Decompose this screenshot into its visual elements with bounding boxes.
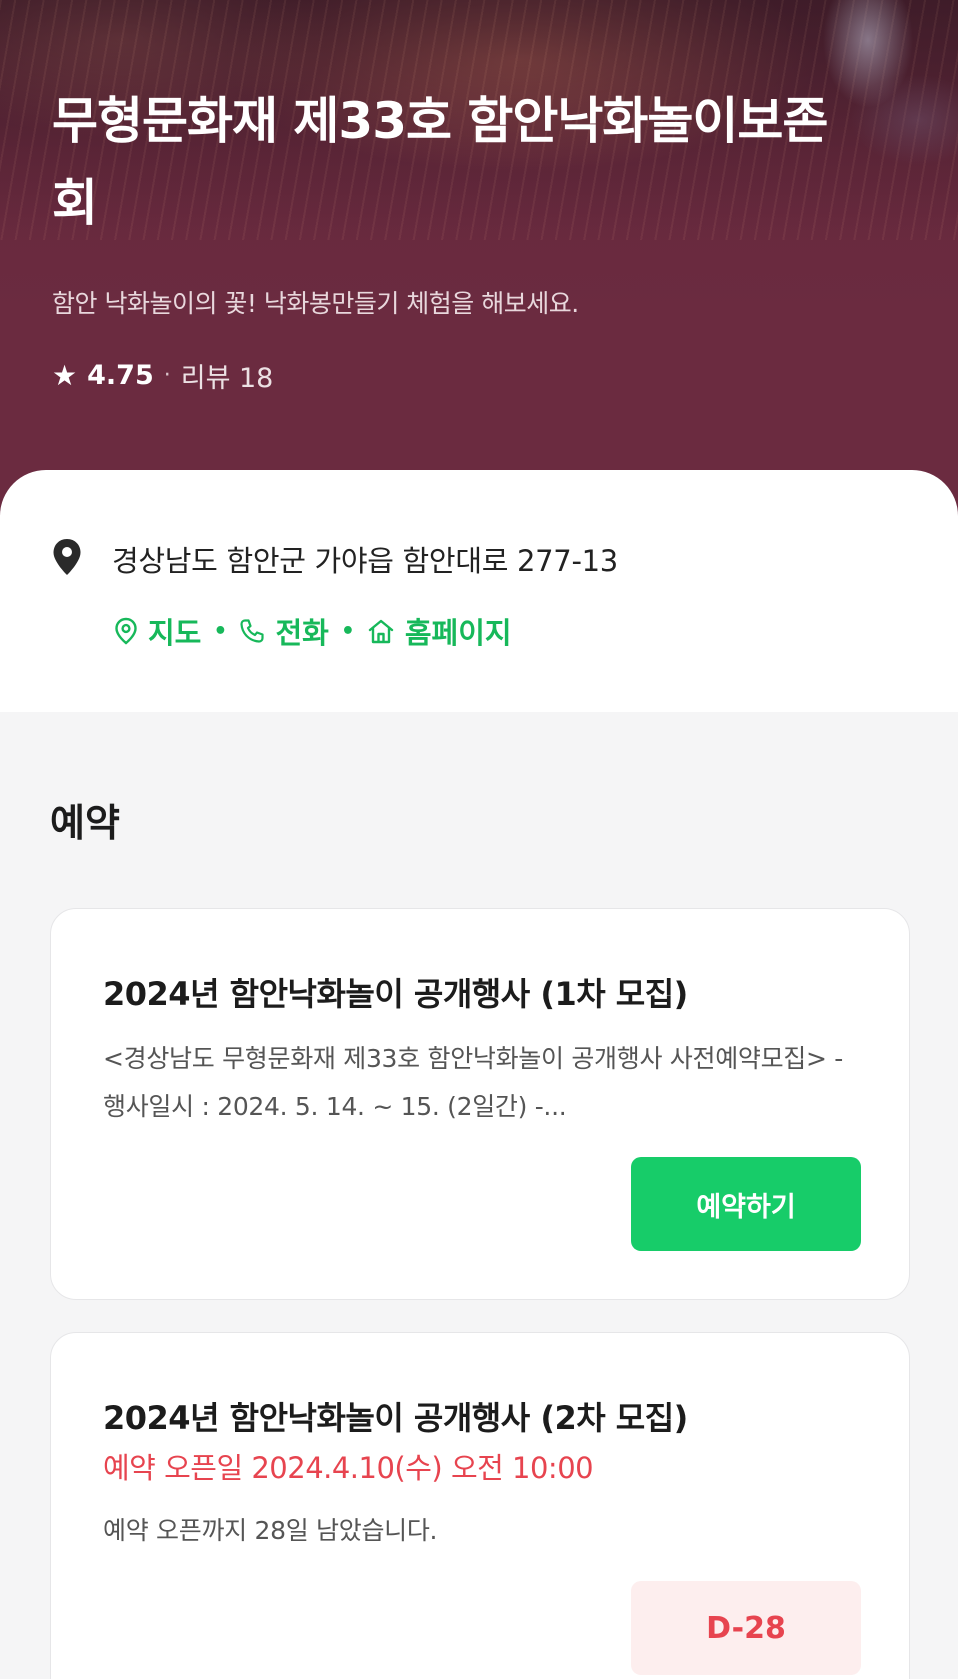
homepage-link[interactable]: 홈페이지 bbox=[367, 610, 512, 652]
reservation-heading: 예약 bbox=[50, 801, 120, 845]
home-icon bbox=[368, 619, 394, 644]
hero-banner: 무형문화재 제33호 함안낙화놀이보존회 함안 낙화놀이의 꽃! 낙화봉만들기 … bbox=[0, 0, 958, 520]
rating-score: 4.75 bbox=[87, 360, 154, 391]
reservation-title: 2024년 함안낙화놀이 공개행사 (2차 모집) bbox=[103, 1399, 688, 1437]
reserve-button[interactable]: 예약하기 bbox=[631, 1157, 861, 1251]
homepage-link-label: 홈페이지 bbox=[404, 616, 512, 650]
location-pin-icon bbox=[53, 539, 81, 575]
rating-separator: · bbox=[163, 363, 171, 388]
d-day-badge: D-28 bbox=[631, 1581, 861, 1675]
star-icon: ★ bbox=[52, 359, 78, 392]
rating-summary[interactable]: ★ 4.75 · 리뷰 18 bbox=[52, 356, 273, 395]
phone-link[interactable]: 전화 bbox=[239, 610, 329, 652]
address-text: 경상남도 함안군 가야읍 함안대로 277-13 bbox=[112, 544, 618, 578]
page-title: 무형문화재 제33호 함안낙화놀이보존회 bbox=[52, 92, 828, 232]
map-link-label: 지도 bbox=[148, 616, 202, 650]
link-separator: • bbox=[340, 618, 355, 644]
map-link[interactable]: 지도 bbox=[114, 610, 201, 652]
reservation-title: 2024년 함안낙화놀이 공개행사 (1차 모집) bbox=[103, 975, 688, 1013]
location-panel bbox=[0, 470, 958, 712]
location-links: 지도 • 전화 • 홈페이지 bbox=[114, 610, 512, 652]
review-count-link[interactable]: 리뷰 18 bbox=[181, 356, 274, 395]
phone-link-label: 전화 bbox=[275, 616, 329, 650]
reservation-card[interactable]: 2024년 함안낙화놀이 공개행사 (1차 모집) <경상남도 무형문화재 제3… bbox=[50, 908, 910, 1300]
page-subtitle: 함안 낙화놀이의 꽃! 낙화봉만들기 체험을 해보세요. bbox=[52, 289, 579, 318]
reservation-card[interactable]: 2024년 함안낙화놀이 공개행사 (2차 모집) 예약 오픈일 2024.4.… bbox=[50, 1332, 910, 1679]
phone-icon bbox=[240, 619, 265, 643]
reservation-remaining-text: 예약 오픈까지 28일 남았습니다. bbox=[103, 1516, 438, 1545]
map-pin-outline-icon bbox=[115, 617, 137, 645]
reservation-open-date: 예약 오픈일 2024.4.10(수) 오전 10:00 bbox=[103, 1451, 594, 1485]
link-separator: • bbox=[213, 618, 228, 644]
reservation-description: <경상남도 무형문화재 제33호 함안낙화놀이 공개행사 사전예약모집> -행사… bbox=[103, 1044, 844, 1121]
